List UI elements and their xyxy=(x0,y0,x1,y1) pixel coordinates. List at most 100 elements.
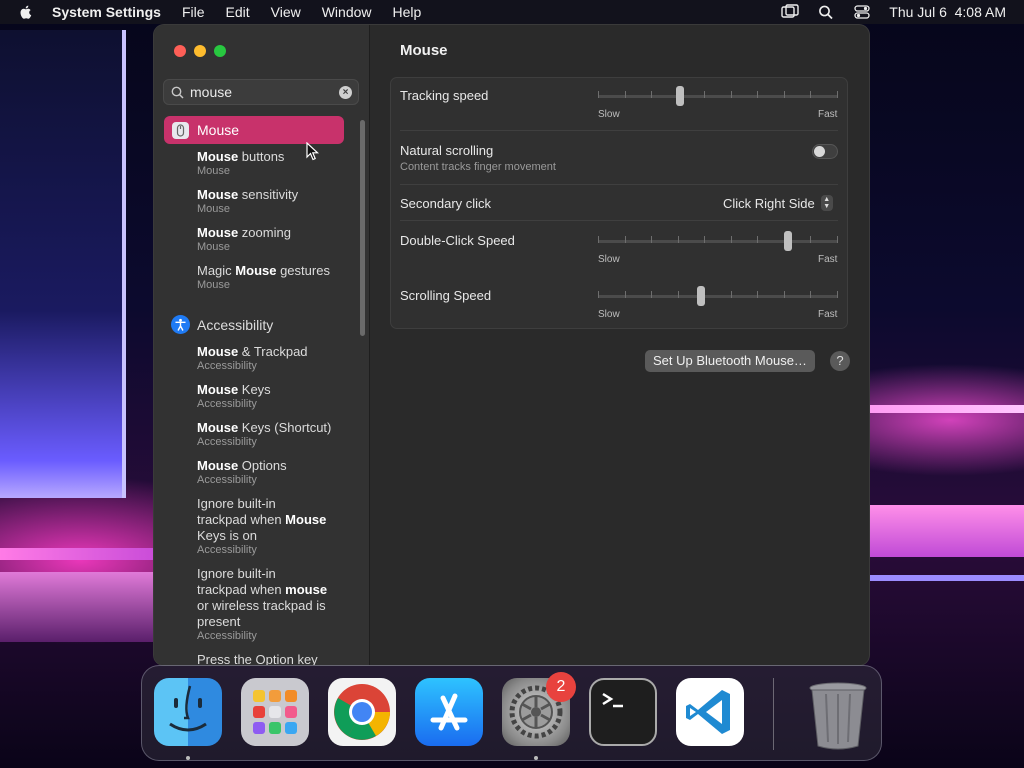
search-result-mouse-buttons[interactable]: Mouse buttons Mouse xyxy=(197,149,284,178)
result-category: Accessibility xyxy=(197,360,257,372)
slider-tick xyxy=(678,236,679,243)
sidebar-search: × xyxy=(163,79,359,105)
tracking-speed-slider[interactable] xyxy=(598,86,838,110)
result-title: Ignore built-in trackpad when Mouse Keys i… xyxy=(197,496,326,544)
result-category: Mouse xyxy=(197,203,231,215)
slider-track xyxy=(598,240,838,243)
dock-google-chrome[interactable] xyxy=(328,678,396,746)
search-result-ignore-trackpad-wireless[interactable]: Ignore built-in trackpad when mouse or wir… xyxy=(197,566,327,643)
dock-visual-studio-code[interactable] xyxy=(676,678,744,746)
dock-trash[interactable] xyxy=(804,678,872,750)
menu-help[interactable]: Help xyxy=(393,4,422,20)
divider xyxy=(400,220,838,221)
result-category: Mouse xyxy=(197,241,231,253)
slider-tick xyxy=(678,291,679,298)
result-title: Keys (Shortcut) xyxy=(238,420,332,435)
result-category: Accessibility xyxy=(197,398,257,410)
search-result-mouse-options[interactable]: Mouse Options Accessibility xyxy=(197,458,287,487)
slider-thumb[interactable] xyxy=(697,286,705,306)
result-match: Mouse xyxy=(197,149,239,164)
scrolling-speed-slider[interactable] xyxy=(598,286,838,310)
close-window-button[interactable] xyxy=(174,45,186,57)
tracking-speed-label: Tracking speed xyxy=(400,88,489,103)
result-category: Mouse xyxy=(197,165,231,177)
search-result-mouse-zooming[interactable]: Mouse zooming Mouse xyxy=(197,225,291,254)
finder-icon xyxy=(169,685,207,732)
slider-tick xyxy=(598,91,599,98)
slider-thumb[interactable] xyxy=(676,86,684,106)
slider-tick xyxy=(651,91,652,98)
result-title: Press the Option key xyxy=(197,652,318,665)
search-icon xyxy=(171,86,184,99)
window-controls xyxy=(174,45,226,57)
slider-tick xyxy=(651,236,652,243)
result-match: mouse xyxy=(285,582,328,597)
search-result-mouse-keys[interactable]: Mouse Keys Accessibility xyxy=(197,382,271,411)
slider-tick xyxy=(625,291,626,298)
minimize-window-button[interactable] xyxy=(194,45,206,57)
scrolling-speed-label: Scrolling Speed xyxy=(400,288,492,303)
result-category: Mouse xyxy=(197,279,231,291)
menu-app-name[interactable]: System Settings xyxy=(52,4,161,20)
search-result-press-option-key[interactable]: Press the Option key xyxy=(197,652,318,665)
result-text: Keys is on xyxy=(197,528,257,543)
search-input[interactable] xyxy=(190,83,330,101)
terminal-icon xyxy=(602,692,623,708)
result-text: or wireless trackpad is xyxy=(197,598,326,613)
slider-tick xyxy=(731,291,732,298)
slider-thumb[interactable] xyxy=(784,231,792,251)
search-result-mouse-keys-shortcut[interactable]: Mouse Keys (Shortcut) Accessibility xyxy=(197,420,331,449)
slider-tick xyxy=(598,291,599,298)
result-title: Options xyxy=(238,458,287,473)
result-text: trackpad when xyxy=(197,582,286,597)
divider xyxy=(400,184,838,185)
result-title: & Trackpad xyxy=(238,344,308,359)
result-match: Mouse xyxy=(197,420,239,435)
menu-view[interactable]: View xyxy=(271,4,301,20)
sidebar-scrollbar[interactable] xyxy=(360,120,365,336)
search-result-ignore-trackpad-mouse-keys[interactable]: Ignore built-in trackpad when Mouse Keys i… xyxy=(197,496,326,557)
double-click-fast-label: Fast xyxy=(818,254,838,265)
slider-tick xyxy=(837,91,838,98)
dock-app-store[interactable] xyxy=(415,678,483,746)
slider-tick xyxy=(757,291,758,298)
notification-badge: 2 xyxy=(546,672,576,702)
menu-window[interactable]: Window xyxy=(322,4,372,20)
result-category: Accessibility xyxy=(197,474,257,486)
double-click-speed-slider[interactable] xyxy=(598,231,838,255)
natural-scrolling-label: Natural scrolling xyxy=(400,143,494,158)
screen-mirroring-icon[interactable] xyxy=(781,4,799,20)
apple-menu-icon[interactable] xyxy=(18,4,34,20)
clear-search-icon[interactable]: × xyxy=(339,86,352,99)
menu-file[interactable]: File xyxy=(182,4,205,20)
wallpaper-shape xyxy=(870,575,1024,581)
result-match: Mouse xyxy=(197,458,239,473)
wallpaper-shape xyxy=(870,405,1024,413)
main-panel: Mouse Tracking speed Slow Fast Natural s… xyxy=(370,25,869,665)
chevron-up-down-icon: ▲ ▼ xyxy=(820,195,833,211)
menu-edit[interactable]: Edit xyxy=(226,4,250,20)
dock-launchpad[interactable] xyxy=(241,678,309,746)
dock-finder[interactable] xyxy=(154,678,222,746)
accessibility-icon xyxy=(171,315,190,334)
control-center-icon[interactable] xyxy=(853,4,871,20)
sidebar-item-mouse[interactable]: Mouse xyxy=(164,116,344,144)
spotlight-search-icon[interactable] xyxy=(817,4,835,20)
search-result-mouse-sensitivity[interactable]: Mouse sensitivity Mouse xyxy=(197,187,298,216)
result-match: Mouse xyxy=(197,382,239,397)
menu-bar: System Settings File Edit View Window He… xyxy=(0,0,1024,24)
search-result-magic-mouse-gestures[interactable]: Magic Mouse gestures Mouse xyxy=(197,263,330,292)
menubar-clock[interactable]: Thu Jul 6 4:08 AM xyxy=(889,4,1006,20)
set-up-bluetooth-mouse-button[interactable]: Set Up Bluetooth Mouse… xyxy=(645,350,815,372)
result-title-prefix: Magic xyxy=(197,263,236,278)
dock-terminal[interactable] xyxy=(589,678,657,746)
result-title: zooming xyxy=(238,225,291,240)
slider-tick xyxy=(651,291,652,298)
sidebar-item-accessibility[interactable]: Accessibility xyxy=(171,315,273,334)
search-result-mouse-trackpad[interactable]: Mouse & Trackpad Accessibility xyxy=(197,344,308,373)
zoom-window-button[interactable] xyxy=(214,45,226,57)
natural-scrolling-toggle[interactable] xyxy=(812,144,838,159)
secondary-click-popup[interactable]: Click Right Side ▲ ▼ xyxy=(723,195,833,211)
result-match: Mouse xyxy=(197,187,239,202)
help-button[interactable]: ? xyxy=(830,351,850,371)
